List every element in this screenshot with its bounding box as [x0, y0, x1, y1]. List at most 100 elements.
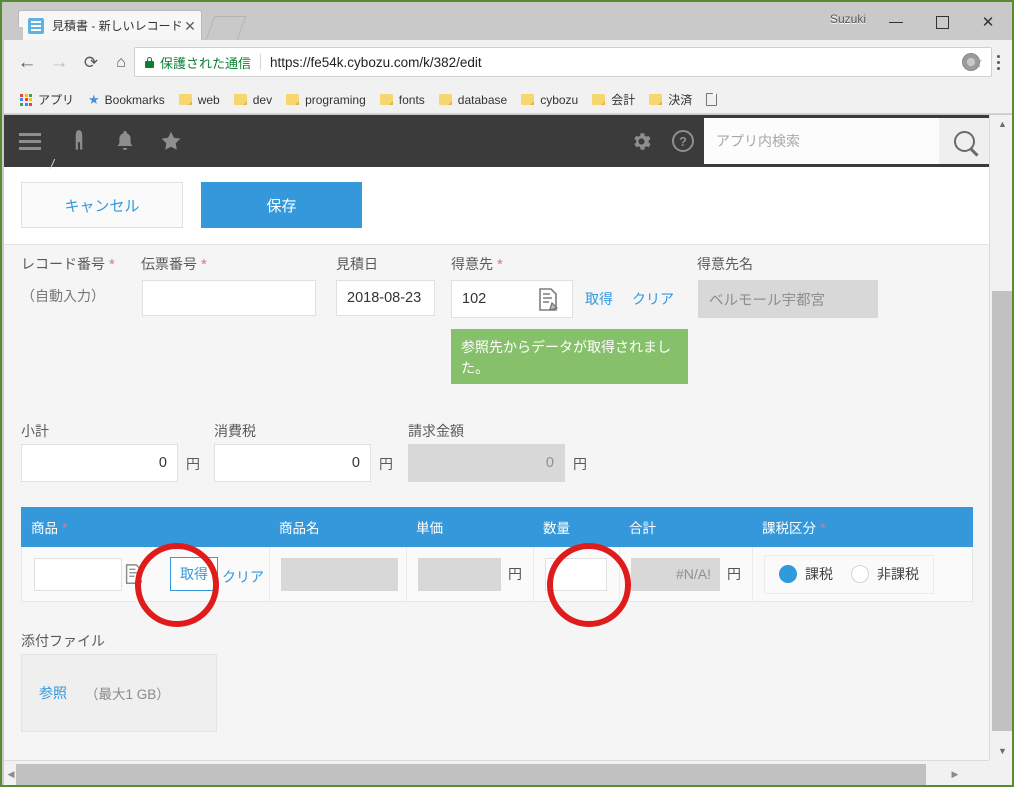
- required-marker: *: [497, 256, 503, 273]
- help-icon[interactable]: ?: [662, 115, 704, 167]
- bookmark-label: database: [457, 92, 508, 107]
- product-name-input: [281, 557, 398, 591]
- quantity-input[interactable]: [545, 557, 607, 591]
- folder-icon: [178, 94, 192, 105]
- subtotal-input[interactable]: [21, 444, 178, 482]
- search-input[interactable]: [704, 132, 939, 150]
- search-button[interactable]: [939, 118, 989, 164]
- required-marker: *: [820, 520, 826, 537]
- items-subtable: 商品 * 商品名 単価 数量 合計 課税区分 * 取得 クリア 円 #N/A! …: [21, 507, 973, 602]
- address-bar[interactable]: 保護された通信 https://fe54k.cybozu.com/k/382/e…: [134, 47, 992, 77]
- slip-number-input[interactable]: [142, 280, 316, 316]
- window-minimize-button[interactable]: [873, 6, 919, 38]
- window-close-button[interactable]: ✕: [965, 6, 1011, 38]
- subtotal-label: 小計: [21, 423, 49, 439]
- omnibox-divider: [260, 54, 262, 70]
- tax-unit: 円: [379, 456, 393, 472]
- bookmark-fonts[interactable]: fonts: [374, 90, 431, 110]
- folder-icon: [592, 94, 606, 105]
- bookmark-cybozu[interactable]: cybozu: [515, 90, 584, 110]
- back-icon[interactable]: ←: [12, 48, 42, 78]
- browser-tab[interactable]: 見積書 - 新しいレコード ✕: [9, 10, 202, 41]
- required-marker: *: [109, 256, 115, 273]
- bookmark-programing[interactable]: programing: [280, 90, 372, 110]
- customer-name-input: [698, 280, 878, 318]
- row-get-button[interactable]: 取得: [170, 556, 218, 591]
- star-icon: ★: [88, 91, 100, 107]
- search-icon: [953, 130, 975, 152]
- scroll-right-arrow[interactable]: ▶: [948, 761, 962, 785]
- page-vertical-scrollbar[interactable]: ▲ ▼: [989, 115, 1012, 760]
- folder-icon: [438, 94, 452, 105]
- required-marker: *: [62, 520, 68, 537]
- customer-clear-link[interactable]: クリア: [632, 289, 674, 309]
- col-header-tax-class: 課税区分 *: [762, 520, 826, 537]
- tax-input[interactable]: [214, 444, 371, 482]
- window-user-label[interactable]: Suzuki: [830, 12, 866, 26]
- extension-icon[interactable]: [962, 53, 980, 71]
- bookmark-kaikei[interactable]: 会計: [586, 88, 641, 111]
- cell-product: 取得 クリア: [22, 546, 270, 602]
- bookmark-bookmarks[interactable]: ★ Bookmarks: [82, 89, 171, 111]
- quote-date-input[interactable]: [336, 280, 435, 316]
- horizontal-scroll-thumb[interactable]: [16, 764, 926, 785]
- url-text[interactable]: https://fe54k.cybozu.com/k/382/edit: [270, 55, 970, 70]
- bell-icon[interactable]: [102, 115, 148, 167]
- hamburger-icon[interactable]: [4, 115, 56, 167]
- save-button[interactable]: 保存: [201, 182, 362, 228]
- lookup-icon[interactable]: [124, 563, 145, 591]
- window-maximize-button[interactable]: [919, 6, 965, 38]
- attachment-dropzone[interactable]: 参照 （最大1 GB）: [21, 654, 217, 732]
- attachment-label: 添付ファイル: [21, 633, 105, 649]
- page-horizontal-scrollbar[interactable]: ◀ ▶: [4, 760, 989, 785]
- scroll-down-arrow[interactable]: ▼: [990, 742, 1012, 760]
- lookup-icon[interactable]: [537, 287, 559, 311]
- bookmark-apps[interactable]: アプリ: [14, 88, 80, 111]
- browser-window: 見積書 - 新しいレコード ✕ Suzuki ✕ ← → ⟳ ⌂ 保護された通信…: [0, 0, 1014, 787]
- radio-label: 課税: [805, 566, 833, 582]
- app-search-box[interactable]: [704, 118, 939, 164]
- bookmark-web[interactable]: web: [173, 90, 226, 110]
- total-input: [631, 557, 720, 591]
- radio-taxable[interactable]: 課税: [779, 564, 833, 584]
- cell-quantity: [534, 546, 620, 602]
- col-header-total: 合計: [629, 521, 656, 536]
- bookmark-dev[interactable]: dev: [228, 90, 278, 110]
- browse-file-link[interactable]: 参照: [39, 683, 67, 703]
- billing-amount-input: [408, 444, 565, 482]
- bookmark-label: アプリ: [38, 93, 75, 107]
- apps-grid-icon: [20, 93, 32, 106]
- tab-close-icon[interactable]: ✕: [181, 19, 199, 33]
- gear-icon[interactable]: [620, 115, 662, 167]
- unit-price-unit: 円: [508, 566, 522, 582]
- reload-icon[interactable]: ⟳: [76, 48, 106, 78]
- lock-icon: [145, 56, 154, 68]
- radio-dot-icon: [779, 565, 797, 583]
- radio-non-taxable[interactable]: 非課税: [851, 564, 919, 584]
- cell-tax-class: 課税 非課税: [753, 547, 974, 602]
- bookmarks-bar: アプリ ★ Bookmarks web dev programing fonts…: [4, 86, 1012, 114]
- bookmark-label: 会計: [611, 93, 636, 107]
- attachment-limit-label: （最大1 GB）: [85, 687, 170, 702]
- bookmark-kessai[interactable]: 決済: [643, 88, 698, 111]
- vertical-scroll-thumb[interactable]: [992, 291, 1012, 731]
- scroll-up-arrow[interactable]: ▲: [990, 115, 1012, 133]
- row-clear-link[interactable]: クリア: [222, 567, 264, 587]
- record-number-value: （自動入力）: [21, 288, 105, 304]
- customer-get-link[interactable]: 取得: [585, 289, 613, 309]
- record-number-label: レコード番号 *: [21, 256, 115, 273]
- product-code-input[interactable]: [34, 557, 122, 591]
- star-icon[interactable]: [148, 115, 194, 167]
- unit-price-input: [418, 557, 501, 591]
- tax-class-radio-group: 課税 非課税: [764, 554, 934, 594]
- bookmark-database[interactable]: database: [433, 90, 513, 110]
- billing-amount-label: 請求金額: [408, 423, 464, 439]
- cancel-button[interactable]: キャンセル: [21, 182, 183, 228]
- folder-icon: [286, 94, 300, 105]
- total-unit: 円: [727, 566, 741, 582]
- chrome-menu-icon[interactable]: [990, 51, 1006, 73]
- forward-icon[interactable]: →: [44, 48, 74, 78]
- home-icon[interactable]: ⌂: [106, 48, 136, 78]
- new-tab-button[interactable]: [205, 16, 247, 40]
- bookmark-page[interactable]: [700, 90, 723, 109]
